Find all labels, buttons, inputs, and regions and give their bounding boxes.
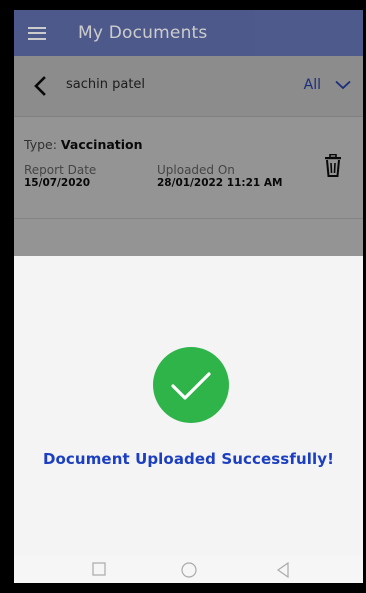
hamburger-menu-icon[interactable]	[14, 10, 60, 56]
phone-screen: sachin patel All Type: Vaccination Repor…	[14, 10, 363, 583]
circle-icon[interactable]	[181, 562, 197, 578]
upload-success-dialog: Document Uploaded Successfully!	[14, 256, 363, 556]
success-message: Document Uploaded Successfully!	[42, 450, 335, 468]
system-nav-bar	[14, 556, 363, 583]
app-bar: My Documents	[14, 10, 363, 56]
triangle-back-icon[interactable]	[276, 562, 290, 578]
check-circle-icon	[153, 347, 229, 423]
square-icon[interactable]	[92, 562, 106, 576]
page-title: My Documents	[78, 23, 208, 43]
